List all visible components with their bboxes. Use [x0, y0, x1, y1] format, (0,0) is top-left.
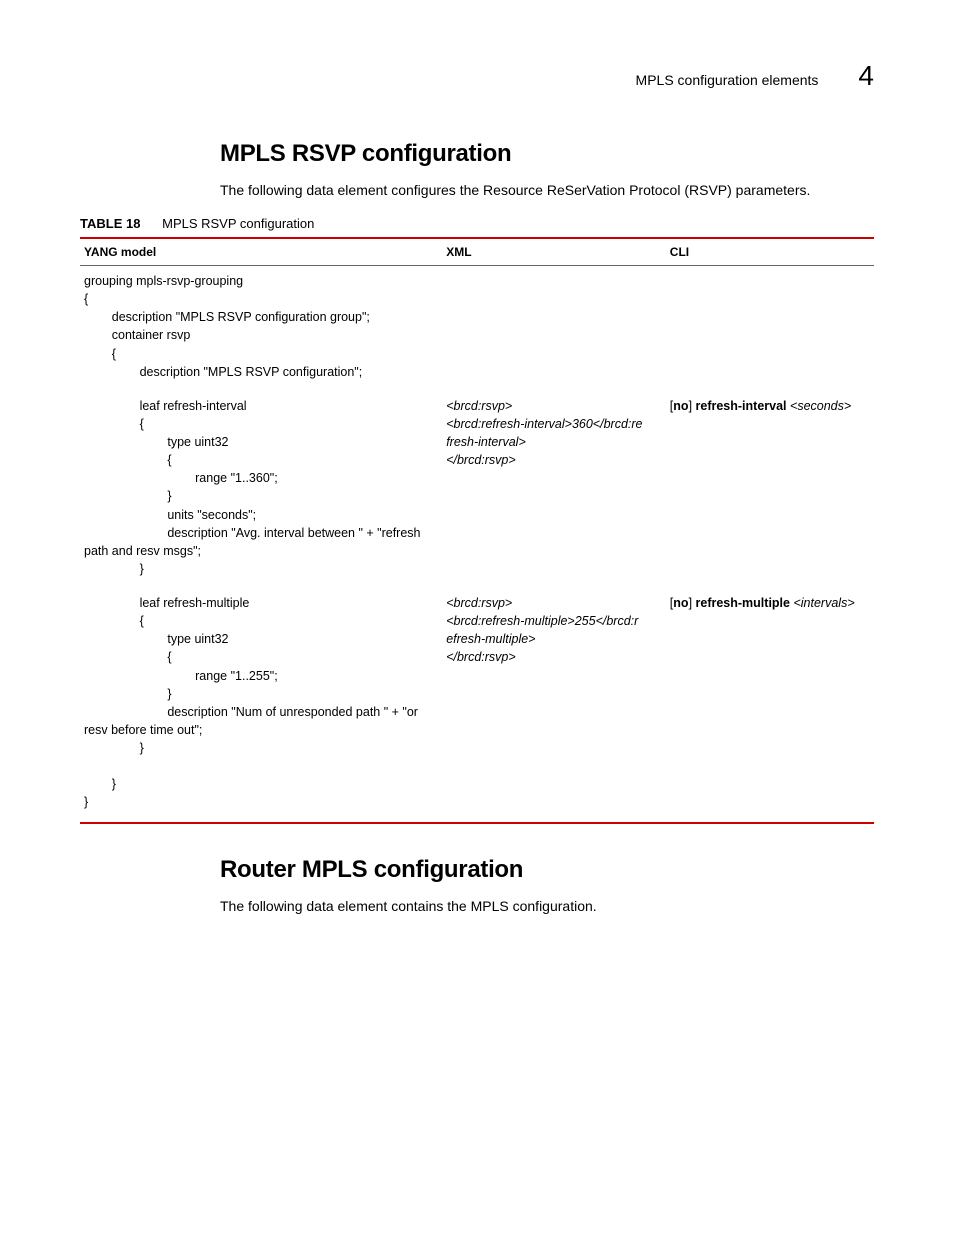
table-row: grouping mpls-rsvp-grouping { descriptio…: [80, 266, 874, 391]
xml-cell: [442, 266, 666, 391]
section-intro-rsvp: The following data element configures th…: [220, 182, 874, 198]
section-intro-router: The following data element contains the …: [220, 898, 874, 914]
xml-cell: <brcd:rsvp> <brcd:refresh-multiple>255</…: [442, 588, 666, 822]
table-title: MPLS RSVP configuration: [162, 216, 314, 231]
xml-cell: <brcd:rsvp> <brcd:refresh-interval>360</…: [442, 391, 666, 588]
table-number: TABLE 18: [80, 216, 140, 231]
chapter-number: 4: [858, 60, 874, 92]
rsvp-config-table: YANG model XML CLI grouping mpls-rsvp-gr…: [80, 237, 874, 824]
section-title-router: Router MPLS configuration: [220, 856, 874, 884]
col-header-yang: YANG model: [80, 239, 442, 266]
yang-cell: leaf refresh-interval { type uint32 { ra…: [80, 391, 442, 588]
header-text: MPLS configuration elements: [636, 72, 819, 88]
cli-cell: [no] refresh-interval <seconds>: [666, 391, 874, 588]
table-header-row: YANG model XML CLI: [80, 239, 874, 266]
section-title-rsvp: MPLS RSVP configuration: [220, 140, 874, 168]
cli-cell: [666, 266, 874, 391]
yang-cell: leaf refresh-multiple { type uint32 { ra…: [80, 588, 442, 822]
page-header: MPLS configuration elements 4: [80, 60, 874, 92]
col-header-cli: CLI: [666, 239, 874, 266]
table-row: leaf refresh-interval { type uint32 { ra…: [80, 391, 874, 588]
yang-cell: grouping mpls-rsvp-grouping { descriptio…: [80, 266, 442, 391]
col-header-xml: XML: [442, 239, 666, 266]
table-row: leaf refresh-multiple { type uint32 { ra…: [80, 588, 874, 822]
table-caption: TABLE 18 MPLS RSVP configuration: [80, 216, 874, 231]
cli-cell: [no] refresh-multiple <intervals>: [666, 588, 874, 822]
